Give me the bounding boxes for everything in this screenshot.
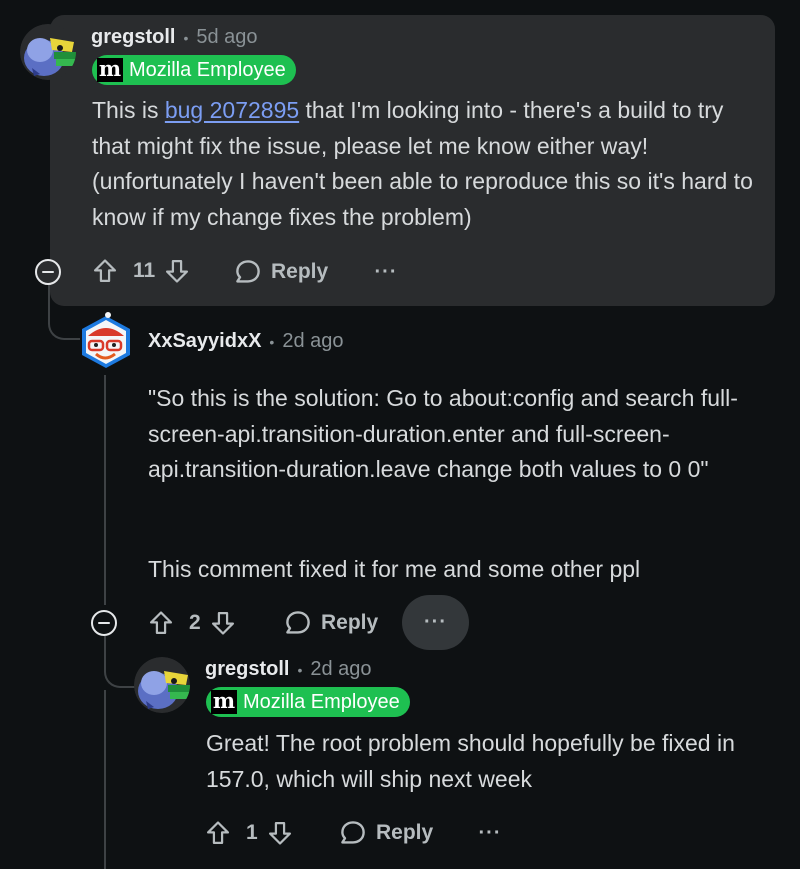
reply-bubble-icon	[341, 821, 365, 844]
timestamp[interactable]: 2d ago	[310, 658, 371, 681]
reply-label: Reply	[321, 611, 379, 634]
gregstoll-avatar-icon	[134, 657, 190, 713]
comment-meta: gregstoll • 2d ago	[205, 658, 372, 681]
comment-body: This is bug 2072895 that I'm looking int…	[92, 93, 762, 235]
user-flair: m Mozilla Employee	[92, 55, 296, 85]
collapse-thread-button[interactable]	[91, 610, 117, 636]
vote-count: 1	[246, 821, 258, 844]
avatar[interactable]	[78, 312, 134, 372]
thread-elbow-level-1	[48, 284, 80, 340]
reply-button[interactable]: Reply	[233, 257, 328, 287]
avatar[interactable]	[20, 24, 76, 80]
separator-dot: •	[297, 661, 303, 678]
mozilla-logo-icon: m	[211, 688, 237, 714]
timestamp[interactable]: 2d ago	[282, 330, 343, 353]
thread-line-level-2	[104, 375, 106, 605]
collapse-thread-button[interactable]	[35, 259, 61, 285]
vote-count: 11	[133, 259, 156, 282]
body-text-before-link: This is	[92, 97, 165, 123]
username[interactable]: gregstoll	[205, 658, 289, 681]
bug-link[interactable]: bug 2072895	[165, 97, 299, 123]
vote-controls: 11	[91, 257, 191, 285]
more-options-button[interactable]: ···	[402, 595, 469, 650]
flair-label: Mozilla Employee	[129, 58, 286, 81]
user-flair: m Mozilla Employee	[206, 687, 410, 717]
separator-dot: •	[269, 333, 275, 350]
separator-dot: •	[183, 29, 189, 46]
vote-controls: 2	[147, 609, 237, 637]
reply-label: Reply	[376, 821, 434, 844]
vote-count: 2	[189, 611, 201, 634]
downvote-arrow-icon[interactable]	[266, 819, 294, 847]
username[interactable]: XxSayyidxX	[148, 330, 261, 353]
username[interactable]: gregstoll	[91, 26, 175, 49]
reply-bubble-icon	[286, 611, 310, 634]
upvote-arrow-icon[interactable]	[147, 609, 175, 637]
avatar[interactable]	[134, 657, 190, 713]
downvote-arrow-icon[interactable]	[163, 257, 191, 285]
more-options-button[interactable]: ···	[366, 261, 406, 285]
thread-elbow-level-2	[104, 636, 136, 688]
thread-line-level-2-continue	[104, 690, 106, 869]
reply-bubble-icon	[236, 260, 260, 283]
reply-button[interactable]: Reply	[338, 818, 433, 848]
timestamp[interactable]: 5d ago	[196, 26, 257, 49]
downvote-arrow-icon[interactable]	[209, 609, 237, 637]
comment-meta: XxSayyidxX • 2d ago	[148, 330, 344, 353]
snoo-avatar-icon	[82, 312, 130, 368]
vote-controls: 1	[204, 819, 294, 847]
upvote-arrow-icon[interactable]	[204, 819, 232, 847]
comment-meta: gregstoll • 5d ago	[91, 26, 258, 49]
reply-button[interactable]: Reply	[283, 608, 378, 638]
reply-label: Reply	[271, 260, 329, 283]
mozilla-logo-icon: m	[97, 56, 123, 82]
comment-body: Great! The root problem should hopefully…	[206, 730, 735, 792]
gregstoll-avatar-icon	[20, 24, 76, 80]
comment-body-paragraph-1: "So this is the solution: Go to about:co…	[148, 385, 738, 482]
flair-label: Mozilla Employee	[243, 690, 400, 713]
upvote-arrow-icon[interactable]	[91, 257, 119, 285]
comment-body-paragraph-2: This comment fixed it for me and some ot…	[148, 556, 641, 582]
more-options-button[interactable]: ···	[470, 822, 510, 846]
